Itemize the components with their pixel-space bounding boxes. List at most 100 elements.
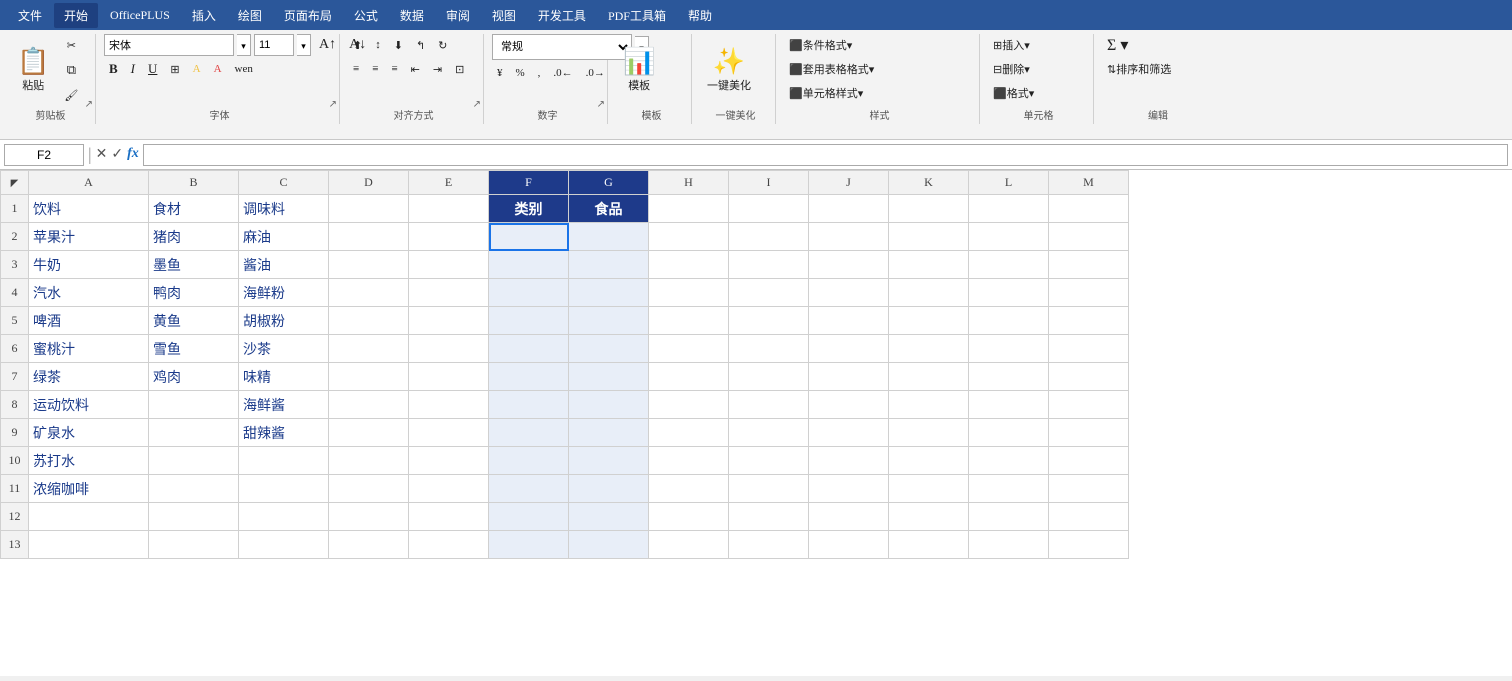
cell-C9[interactable]: 甜辣酱 [239, 419, 329, 447]
cell-F3[interactable] [489, 251, 569, 279]
cell-F4[interactable] [489, 279, 569, 307]
menu-item-1[interactable]: 开始 [54, 3, 98, 28]
cell-M11[interactable] [1049, 475, 1129, 503]
cell-A5[interactable]: 啤酒 [29, 307, 149, 335]
spreadsheet-container[interactable]: ◤ABCDEFGHIJKLM1饮料食材调味料类别食品2苹果汁猪肉麻油3牛奶墨鱼酱… [0, 170, 1512, 676]
cell-K3[interactable] [889, 251, 969, 279]
cell-B7[interactable]: 鸡肉 [149, 363, 239, 391]
cell-K6[interactable] [889, 335, 969, 363]
cell-B10[interactable] [149, 447, 239, 475]
copy-button[interactable]: ⧉ [59, 59, 83, 81]
cell-E10[interactable] [409, 447, 489, 475]
formula-input[interactable] [143, 144, 1508, 166]
cell-H5[interactable] [649, 307, 729, 335]
col-header-J[interactable]: J [809, 171, 889, 195]
cell-L12[interactable] [969, 503, 1049, 531]
cell-B13[interactable] [149, 531, 239, 559]
increase-indent-button[interactable]: ⇥ [428, 58, 447, 80]
cell-C7[interactable]: 味精 [239, 363, 329, 391]
cell-I9[interactable] [729, 419, 809, 447]
cell-H4[interactable] [649, 279, 729, 307]
cell-C10[interactable] [239, 447, 329, 475]
col-header-A[interactable]: A [29, 171, 149, 195]
cell-G8[interactable] [569, 391, 649, 419]
delete-button[interactable]: ⊟ 删除 ▾ [988, 58, 1035, 80]
cell-I10[interactable] [729, 447, 809, 475]
cell-L6[interactable] [969, 335, 1049, 363]
cell-M13[interactable] [1049, 531, 1129, 559]
cell-H13[interactable] [649, 531, 729, 559]
cell-I13[interactable] [729, 531, 809, 559]
cell-reference-input[interactable] [4, 144, 84, 166]
cell-K4[interactable] [889, 279, 969, 307]
cell-C6[interactable]: 沙茶 [239, 335, 329, 363]
format-painter-button[interactable]: 🖌 [59, 84, 83, 106]
cell-L4[interactable] [969, 279, 1049, 307]
fill-color-button[interactable]: A [188, 58, 206, 80]
insert-button[interactable]: ⊞ 插入 ▾ [988, 34, 1035, 56]
cell-L5[interactable] [969, 307, 1049, 335]
cell-M3[interactable] [1049, 251, 1129, 279]
cell-A12[interactable] [29, 503, 149, 531]
font-name-dropdown[interactable]: ▾ [237, 34, 251, 56]
cell-I11[interactable] [729, 475, 809, 503]
cell-B5[interactable]: 黄鱼 [149, 307, 239, 335]
cell-C13[interactable] [239, 531, 329, 559]
cell-M9[interactable] [1049, 419, 1129, 447]
align-center-button[interactable]: ≡ [367, 58, 383, 80]
cell-I5[interactable] [729, 307, 809, 335]
cell-D4[interactable] [329, 279, 409, 307]
cell-G5[interactable] [569, 307, 649, 335]
row-header-11[interactable]: 11 [1, 475, 29, 503]
align-left-button[interactable]: ≡ [348, 58, 364, 80]
cell-E8[interactable] [409, 391, 489, 419]
cell-H8[interactable] [649, 391, 729, 419]
cell-G10[interactable] [569, 447, 649, 475]
decrease-decimal-button[interactable]: .0← [548, 62, 577, 84]
cell-L3[interactable] [969, 251, 1049, 279]
cell-H3[interactable] [649, 251, 729, 279]
cell-I7[interactable] [729, 363, 809, 391]
menu-item-12[interactable]: 帮助 [678, 3, 722, 28]
table-style-button[interactable]: ⬛ 套用表格格式 ▾ [784, 58, 879, 80]
cell-C2[interactable]: 麻油 [239, 223, 329, 251]
cell-K1[interactable] [889, 195, 969, 223]
cell-F6[interactable] [489, 335, 569, 363]
cell-D10[interactable] [329, 447, 409, 475]
cell-H9[interactable] [649, 419, 729, 447]
font-size-input[interactable] [254, 34, 294, 56]
menu-item-3[interactable]: 插入 [182, 3, 226, 28]
beautify-button[interactable]: ✨ 一键美化 [700, 34, 758, 106]
cell-L8[interactable] [969, 391, 1049, 419]
cell-E11[interactable] [409, 475, 489, 503]
cell-G9[interactable] [569, 419, 649, 447]
cell-K12[interactable] [889, 503, 969, 531]
wen-button[interactable]: wen [230, 58, 258, 80]
col-header-L[interactable]: L [969, 171, 1049, 195]
sum-button[interactable]: Σ ▾ [1102, 34, 1133, 56]
row-header-5[interactable]: 5 [1, 307, 29, 335]
cell-B12[interactable] [149, 503, 239, 531]
cell-C8[interactable]: 海鲜酱 [239, 391, 329, 419]
cell-E1[interactable] [409, 195, 489, 223]
row-header-3[interactable]: 3 [1, 251, 29, 279]
cell-L1[interactable] [969, 195, 1049, 223]
align-bottom-button[interactable]: ⬇ [389, 34, 408, 56]
cell-C12[interactable] [239, 503, 329, 531]
cell-D13[interactable] [329, 531, 409, 559]
cell-L13[interactable] [969, 531, 1049, 559]
cell-J6[interactable] [809, 335, 889, 363]
cell-I2[interactable] [729, 223, 809, 251]
font-expand-icon[interactable]: ↗ [329, 99, 337, 110]
cell-I4[interactable] [729, 279, 809, 307]
currency-button[interactable]: ¥ [492, 62, 508, 84]
wrap-text-button[interactable]: ↰ [411, 34, 430, 56]
menu-item-8[interactable]: 审阅 [436, 3, 480, 28]
cell-A8[interactable]: 运动饮料 [29, 391, 149, 419]
cell-D11[interactable] [329, 475, 409, 503]
menu-item-4[interactable]: 绘图 [228, 3, 272, 28]
cell-J1[interactable] [809, 195, 889, 223]
cell-B1[interactable]: 食材 [149, 195, 239, 223]
row-header-6[interactable]: 6 [1, 335, 29, 363]
cell-I8[interactable] [729, 391, 809, 419]
